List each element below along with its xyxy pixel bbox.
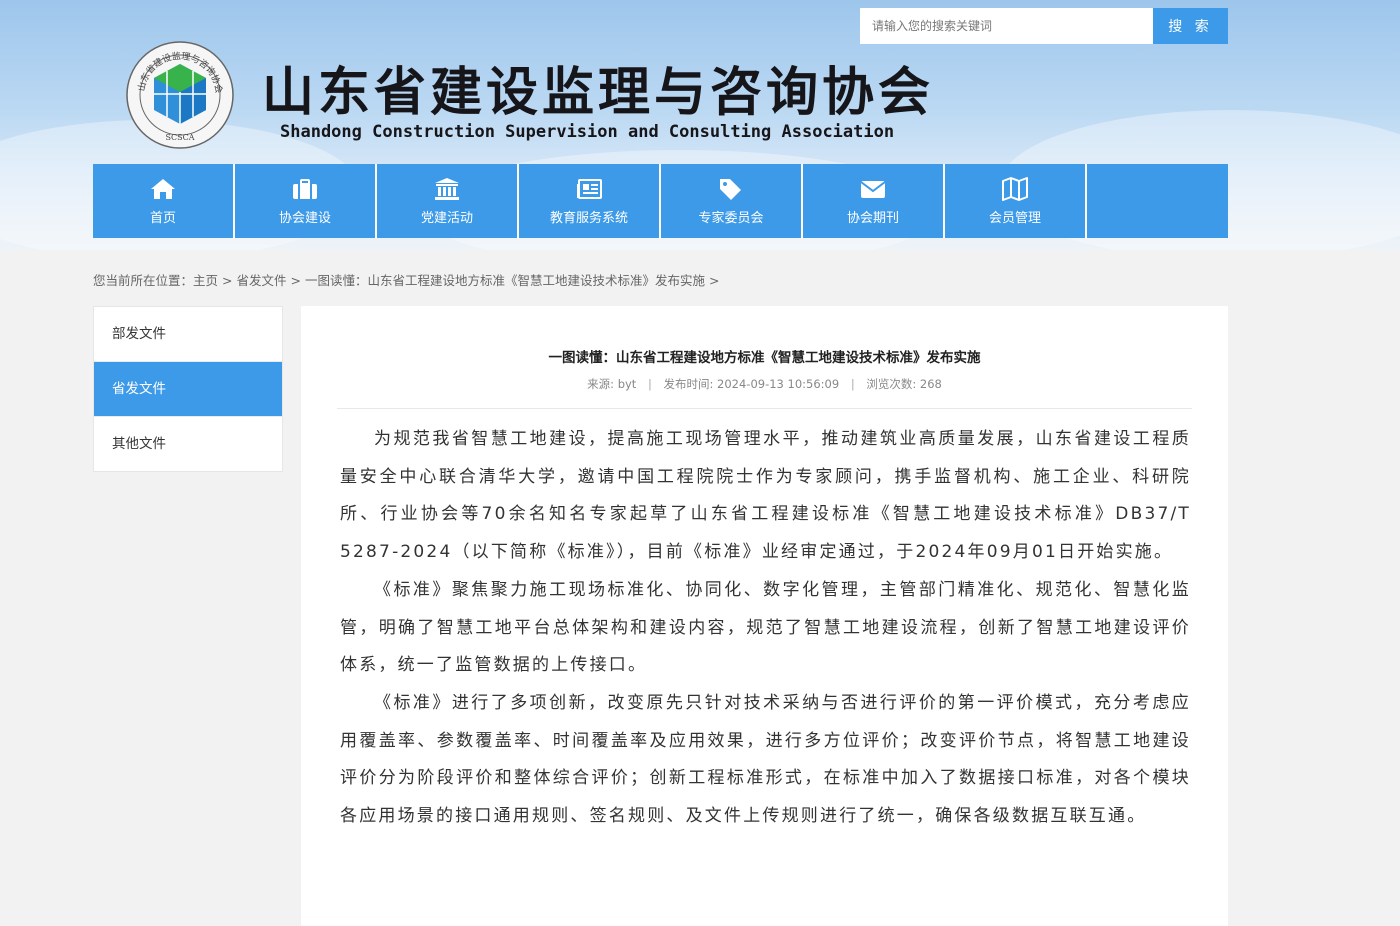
nav-item-members[interactable]: 会员管理 <box>945 164 1087 238</box>
newspaper-icon <box>577 178 602 199</box>
tags-icon <box>720 178 741 200</box>
meta-source: byt <box>617 377 637 391</box>
nav-item-home[interactable]: 首页 <box>93 164 235 238</box>
title-divider <box>337 408 1192 409</box>
meta-time: 2024-09-13 10:56:09 <box>717 377 840 391</box>
meta-source-label: 来源: <box>587 377 615 391</box>
envelope-icon <box>860 180 886 198</box>
home-icon <box>151 178 175 199</box>
briefcase-icon <box>293 178 317 199</box>
nav-label: 会员管理 <box>988 210 1041 226</box>
breadcrumb-home-link[interactable]: 主页 <box>193 273 218 288</box>
breadcrumb-current-link[interactable]: 一图读懂：山东省工程建设地方标准《智慧工地建设技术标准》发布实施 <box>305 273 705 288</box>
nav-item-education[interactable]: 教育服务系统 <box>519 164 661 238</box>
nav-item-association[interactable]: 协会建设 <box>235 164 377 238</box>
meta-time-label: 发布时间: <box>663 377 714 391</box>
search-button[interactable]: 搜 索 <box>1153 8 1228 44</box>
article-paragraph: 《标准》进行了多项创新，改变原先只针对技术采纳与否进行评价的第一评价模式，充分考… <box>340 692 1191 827</box>
article-content: 为规范我省智慧工地建设，提高施工现场管理水平，推动建筑业高质量发展，山东省建设工… <box>340 421 1191 836</box>
main-nav: 首页 协会建设 党建活动 教育服务系统 专家委员会 协会期刊 会员管理 <box>93 164 1228 238</box>
meta-views: 268 <box>919 377 942 391</box>
breadcrumb-separator: > <box>290 273 302 288</box>
article-paragraph: 为规范我省智慧工地建设，提高施工现场管理水平，推动建筑业高质量发展，山东省建设工… <box>340 429 1191 563</box>
meta-divider: | <box>647 377 652 391</box>
article-meta: 来源: byt | 发布时间: 2024-09-13 10:56:09 | 浏览… <box>301 376 1228 392</box>
article-paragraph: 《标准》聚焦聚力施工现场标准化、协同化、数字化管理，主管部门精准化、规范化、智慧… <box>340 579 1191 676</box>
institution-icon <box>435 177 459 200</box>
nav-label: 协会建设 <box>278 210 331 226</box>
meta-views-label: 浏览次数: <box>866 377 917 391</box>
nav-label: 首页 <box>149 210 176 226</box>
map-icon <box>1002 176 1028 201</box>
search-input[interactable] <box>860 8 1153 44</box>
breadcrumb-separator: > <box>222 273 233 288</box>
sidebar: 部发文件 省发文件 其他文件 <box>93 306 283 472</box>
site-subtitle: Shandong Construction Supervision and Co… <box>280 122 895 142</box>
nav-item-experts[interactable]: 专家委员会 <box>661 164 803 238</box>
nav-label: 协会期刊 <box>846 210 899 226</box>
nav-item-empty <box>1087 164 1228 238</box>
search-bar: 搜 索 <box>860 8 1228 44</box>
article-title: 一图读懂：山东省工程建设地方标准《智慧工地建设技术标准》发布实施 <box>548 350 981 366</box>
article-panel: 一图读懂：山东省工程建设地方标准《智慧工地建设技术标准》发布实施 来源: byt… <box>301 306 1228 926</box>
logo-abbr-text: SCSCA <box>166 133 195 142</box>
sidebar-item-province-docs[interactable]: 省发文件 <box>94 362 282 417</box>
nav-item-party[interactable]: 党建活动 <box>377 164 519 238</box>
breadcrumb-prefix: 您当前所在位置： <box>93 273 194 288</box>
meta-divider: | <box>850 377 855 391</box>
breadcrumb-section-link[interactable]: 省发文件 <box>237 273 287 288</box>
sidebar-item-ministry-docs[interactable]: 部发文件 <box>94 307 282 362</box>
nav-label: 教育服务系统 <box>549 210 628 226</box>
sidebar-item-other-docs[interactable]: 其他文件 <box>94 417 282 471</box>
nav-label: 党建活动 <box>420 210 473 226</box>
breadcrumb-separator: > <box>709 273 720 288</box>
site-title: 山东省建设监理与咨询协会 <box>262 62 935 123</box>
breadcrumb: 您当前所在位置：主页 > 省发文件 > 一图读懂：山东省工程建设地方标准《智慧工地建设技… <box>93 270 724 289</box>
nav-item-journal[interactable]: 协会期刊 <box>803 164 945 238</box>
association-logo[interactable]: 山东省建设监理与咨询协会 SCSCA <box>124 40 236 150</box>
nav-label: 专家委员会 <box>698 210 764 226</box>
